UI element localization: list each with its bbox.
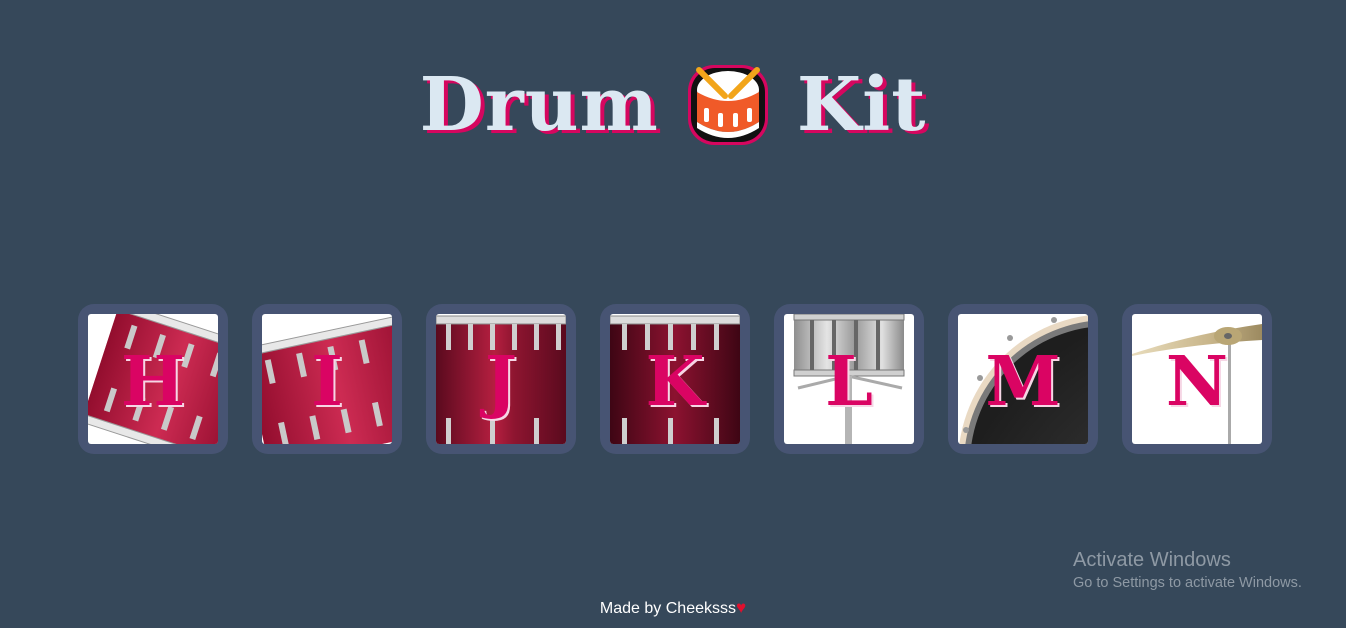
drum-face: N bbox=[1132, 314, 1262, 444]
drum-face: I bbox=[262, 314, 392, 444]
drum-button-m[interactable]: M bbox=[948, 304, 1098, 454]
drum-face: K bbox=[610, 314, 740, 444]
page-title: Drum Kit bbox=[0, 62, 1346, 148]
drum-face: L bbox=[784, 314, 914, 444]
heart-icon: ♥ bbox=[735, 598, 747, 617]
drum-key-label: J bbox=[484, 342, 518, 422]
title-drum-word: Drum bbox=[419, 62, 659, 148]
drum-key-label: N bbox=[1165, 342, 1229, 422]
footer-credit: Made by Cheeksss bbox=[599, 600, 736, 617]
drum-button-n[interactable]: N bbox=[1122, 304, 1272, 454]
drum-face: J bbox=[436, 314, 566, 444]
drum-button-i[interactable]: I bbox=[252, 304, 402, 454]
drum-key-label: I bbox=[311, 342, 343, 422]
footer: Made by Cheeksss♥ bbox=[0, 598, 1346, 618]
drum-face: M bbox=[958, 314, 1088, 444]
drum-key-label: K bbox=[645, 342, 705, 422]
activate-windows-watermark: Activate Windows Go to Settings to activ… bbox=[1073, 549, 1302, 591]
drum-key-label: L bbox=[825, 342, 873, 422]
drum-kit: H I J K L M N bbox=[78, 304, 1272, 454]
drum-key-label: H bbox=[120, 342, 186, 422]
drum-button-l[interactable]: L bbox=[774, 304, 924, 454]
drum-button-h[interactable]: H bbox=[78, 304, 228, 454]
title-kit-word: Kit bbox=[796, 62, 927, 148]
drum-button-k[interactable]: K bbox=[600, 304, 750, 454]
drum-button-j[interactable]: J bbox=[426, 304, 576, 454]
watermark-subtitle: Go to Settings to activate Windows. bbox=[1073, 575, 1302, 591]
drum-face: H bbox=[88, 314, 218, 444]
drum-icon bbox=[687, 65, 768, 145]
watermark-title: Activate Windows bbox=[1073, 549, 1231, 571]
drum-key-label: M bbox=[985, 342, 1061, 422]
